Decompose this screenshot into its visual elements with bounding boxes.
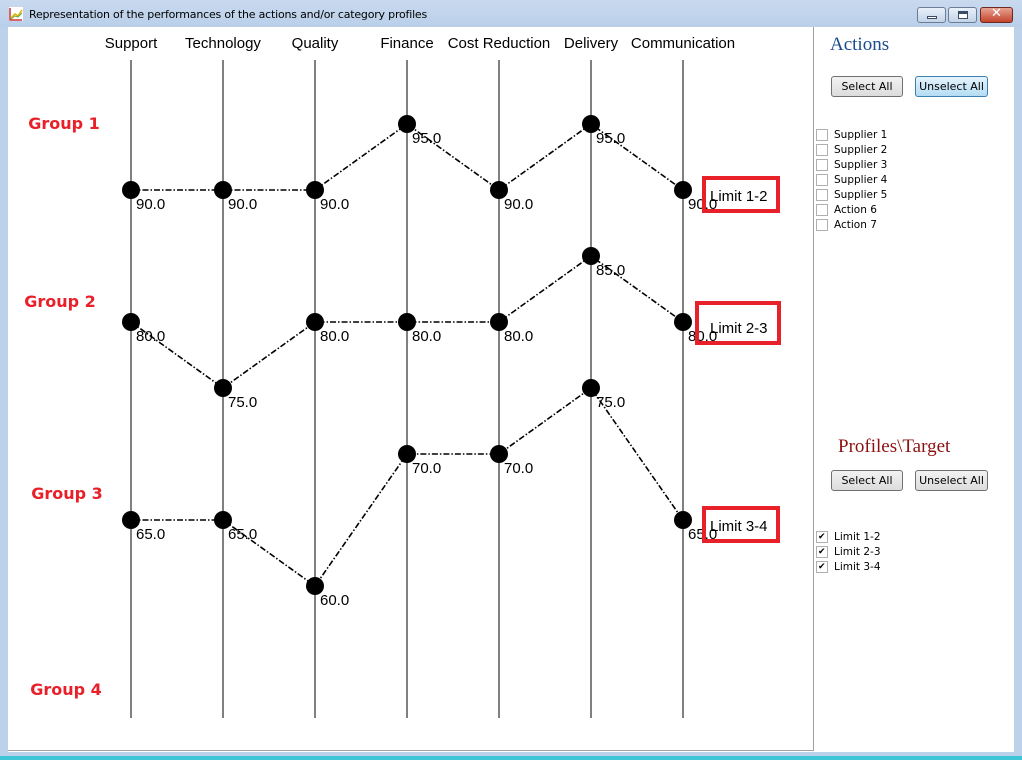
data-label: 80.0 [136,328,165,345]
actions-select-all-button[interactable]: Select All [831,76,903,97]
checkbox-label: Supplier 4 [834,173,888,186]
profiles-unselect-all-button[interactable]: Unselect All [915,470,988,491]
parallel-coordinates-chart: Support Technology Quality Finance Cost Redu… [24,35,781,718]
actions-checkbox-list: Supplier 1 Supplier 2 Supplier 3 Supplier 4… [816,127,887,232]
checkbox-unchecked[interactable] [816,158,828,171]
checkbox-label: Supplier 1 [834,128,888,141]
action-checkbox-item[interactable]: Supplier 4 [816,172,887,187]
data-label: 75.0 [228,394,257,411]
minimize-icon [927,16,937,19]
chart-app-icon [9,7,23,21]
limit-annotation-label: Limit 3-4 [710,518,768,535]
data-label: 60.0 [320,592,349,609]
checkbox-unchecked[interactable] [816,218,828,231]
action-checkbox-item[interactable]: Supplier 3 [816,157,887,172]
axis-label: Quality [292,35,339,52]
group-label: Group 4 [30,680,102,699]
data-label: 80.0 [320,328,349,345]
checkbox-label: Supplier 5 [834,188,888,201]
chart-panel: Support Technology Quality Finance Cost Redu… [8,27,814,751]
action-checkbox-item[interactable]: Supplier 2 [816,142,887,157]
data-label: 75.0 [596,394,625,411]
checkbox-label: Action 7 [834,218,877,231]
action-checkbox-item[interactable]: Action 6 [816,202,887,217]
checkbox-unchecked[interactable] [816,143,828,156]
profile-checkbox-item[interactable]: Limit 1-2 [816,529,881,544]
data-label: 80.0 [504,328,533,345]
checkbox-label: Limit 3-4 [834,560,881,573]
axis-label: Support [105,35,158,52]
window-bottom-border [0,756,1022,760]
data-label: 90.0 [136,196,165,213]
profiles-checkbox-list: Limit 1-2 Limit 2-3 Limit 3-4 [816,529,881,574]
data-label: 90.0 [504,196,533,213]
checkbox-label: Limit 1-2 [834,530,881,543]
data-label: 65.0 [136,526,165,543]
data-label: 70.0 [504,460,533,477]
checkbox-label: Limit 2-3 [834,545,881,558]
checkbox-label: Action 6 [834,203,877,216]
group-label: Group 3 [31,484,103,503]
checkbox-unchecked[interactable] [816,173,828,186]
checkbox-checked[interactable] [816,545,828,558]
checkbox-label: Supplier 2 [834,143,888,156]
group-label: Group 1 [28,114,100,133]
checkbox-checked[interactable] [816,560,828,573]
checkbox-checked[interactable] [816,530,828,543]
group-label: Group 2 [24,292,96,311]
close-icon: ✕ [991,6,1002,21]
axis-label: Delivery [564,35,619,52]
data-label: 70.0 [412,460,441,477]
checkbox-unchecked[interactable] [816,203,828,216]
checkbox-unchecked[interactable] [816,128,828,141]
limit-annotation-label: Limit 2-3 [710,320,768,337]
minimize-button[interactable] [917,7,946,23]
axis-label: Communication [631,35,735,52]
data-label: 65.0 [228,526,257,543]
actions-title: Actions [830,34,890,55]
axis-label: Cost Reduction [448,35,551,52]
data-label: 85.0 [596,262,625,279]
close-button[interactable]: ✕ [980,6,1013,23]
axis-label: Finance [380,35,433,52]
maximize-icon [958,11,968,19]
profile-checkbox-item[interactable]: Limit 2-3 [816,544,881,559]
actions-unselect-all-button[interactable]: Unselect All [915,76,988,97]
profiles-target-title: Profiles\Target [838,436,951,457]
profiles-select-all-button[interactable]: Select All [831,470,903,491]
window-client: Support Technology Quality Finance Cost Redu… [8,27,1014,752]
action-checkbox-item[interactable]: Supplier 5 [816,187,887,202]
checkbox-unchecked[interactable] [816,188,828,201]
action-checkbox-item[interactable]: Supplier 1 [816,127,887,142]
axis-label: Technology [185,35,261,52]
window-title: Representation of the performances of th… [29,8,428,21]
data-label: 80.0 [412,328,441,345]
data-label: 95.0 [596,130,625,147]
checkbox-label: Supplier 3 [834,158,888,171]
maximize-button[interactable] [948,7,977,23]
limit-annotation-label: Limit 1-2 [710,188,768,205]
side-panel: Actions Select All Unselect All Supplier… [814,27,1014,752]
data-label: 95.0 [412,130,441,147]
data-label: 90.0 [228,196,257,213]
action-checkbox-item[interactable]: Action 7 [816,217,887,232]
profile-checkbox-item[interactable]: Limit 3-4 [816,559,881,574]
title-bar: Representation of the performances of th… [0,0,1022,27]
data-label: 90.0 [320,196,349,213]
